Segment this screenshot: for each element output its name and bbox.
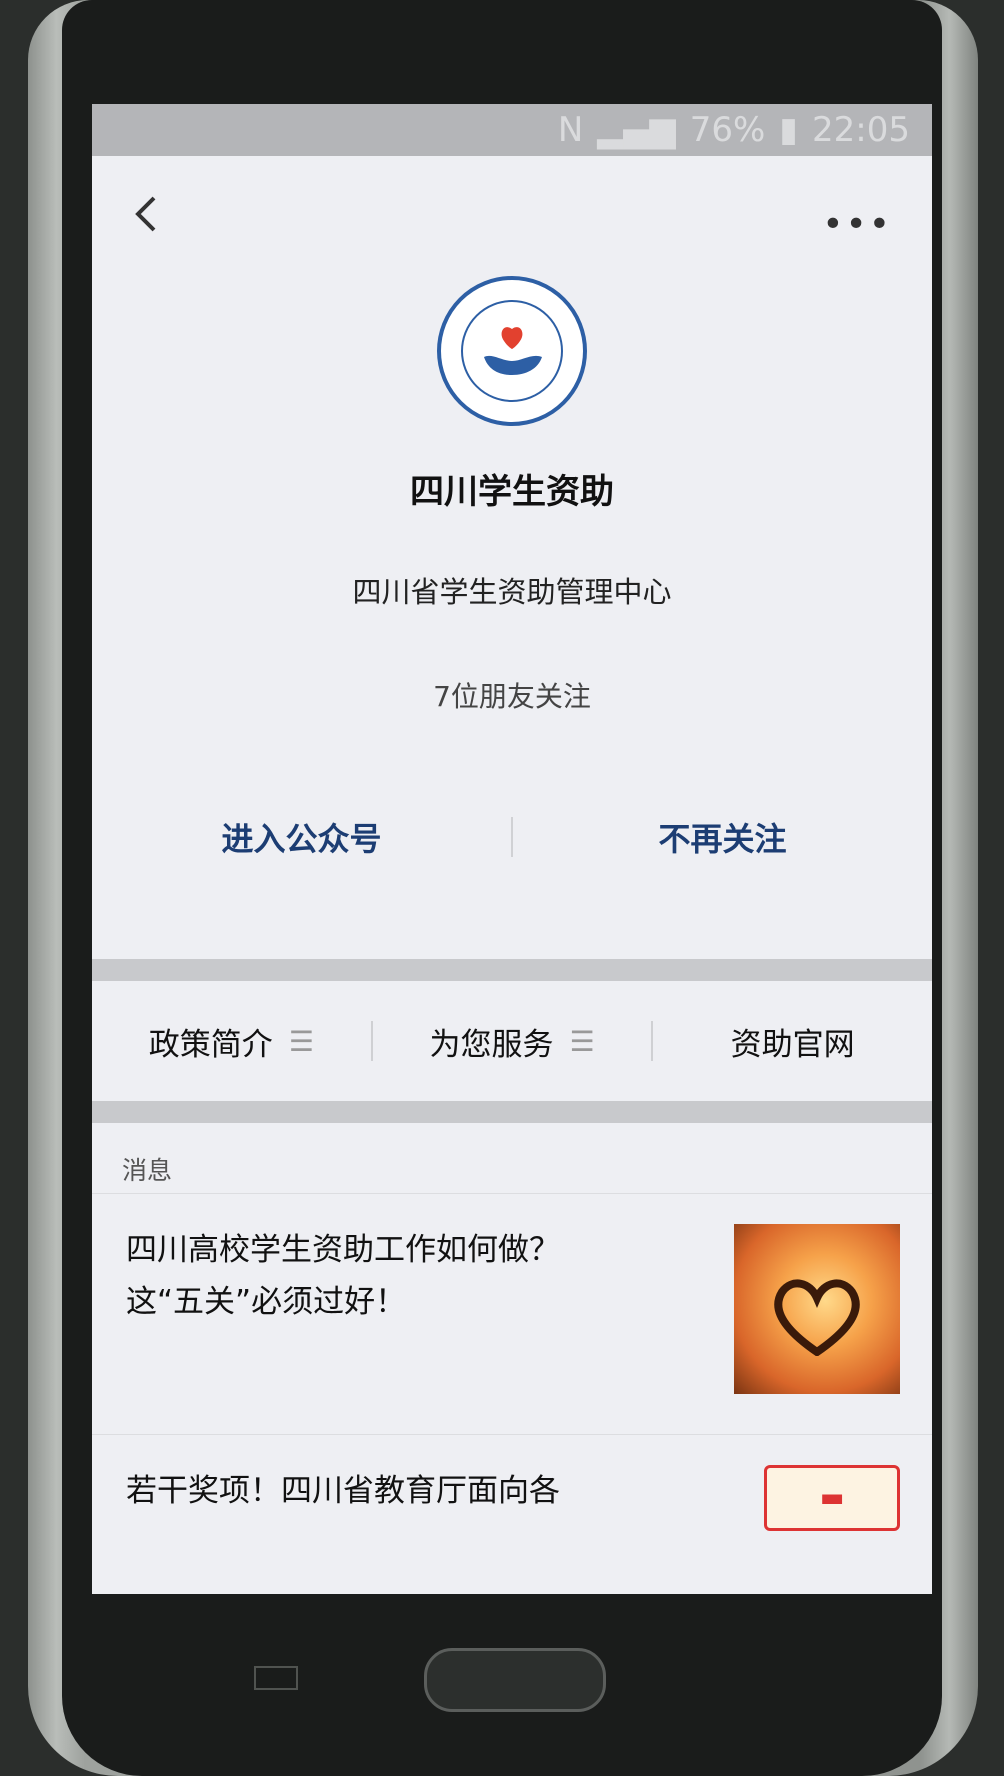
message-item[interactable]: 四川高校学生资助工作如何做？ 这“五关”必须过好！	[92, 1193, 932, 1434]
action-row: 进入公众号 不再关注	[92, 799, 932, 875]
menu-item-website[interactable]: 资助官网	[653, 1019, 932, 1064]
menu-item-label: 政策简介	[148, 1026, 273, 1063]
custom-menu: 政策简介 ☰ 为您服务 ☰ 资助官网	[92, 981, 932, 1101]
message-thumbnail	[734, 1224, 900, 1394]
account-name: 四川学生资助	[410, 472, 614, 512]
unfollow-button[interactable]: 不再关注	[513, 814, 932, 860]
message-title: 四川高校学生资助工作如何做？ 这“五关”必须过好！	[126, 1232, 560, 1320]
battery-icon: ▮	[779, 110, 799, 150]
status-bar: N ▂▄▆ 76% ▮ 22:05	[92, 104, 932, 156]
list-icon: ☰	[288, 1024, 314, 1058]
message-item[interactable]: 若干奖项！四川省教育厅面向各 ▬	[92, 1434, 932, 1531]
back-key[interactable]	[730, 1666, 770, 1686]
messages-header: 消息	[122, 1156, 173, 1185]
network-indicator: N	[557, 110, 584, 150]
hand-flower-icon	[461, 300, 563, 402]
home-button[interactable]	[424, 1648, 606, 1712]
top-nav-bar: •••	[92, 156, 932, 276]
recent-apps-key[interactable]	[254, 1666, 298, 1690]
clock: 22:05	[812, 110, 910, 150]
section-separator	[92, 1101, 932, 1123]
heart-hands-icon	[774, 1279, 860, 1356]
more-options-icon[interactable]: •••	[822, 204, 892, 245]
menu-item-policy[interactable]: 政策简介 ☰	[92, 1019, 371, 1064]
menu-item-label: 为您服务	[429, 1026, 554, 1063]
friends-following-count[interactable]: 7位朋友关注	[92, 675, 932, 715]
screen: N ▂▄▆ 76% ▮ 22:05 ••• 四川学生资助 四川省学生资助管理中心…	[92, 104, 932, 1594]
battery-percent: 76%	[689, 110, 766, 150]
list-icon: ☰	[569, 1024, 595, 1058]
menu-item-label: 资助官网	[730, 1026, 855, 1063]
signal-icon: ▂▄▆	[597, 110, 676, 150]
profile-section: 四川学生资助 四川省学生资助管理中心 7位朋友关注	[92, 276, 932, 715]
message-thumbnail: ▬	[764, 1465, 900, 1531]
organization-name: 四川省学生资助管理中心	[352, 575, 672, 609]
message-title: 若干奖项！四川省教育厅面向各	[126, 1473, 560, 1509]
account-logo	[437, 276, 587, 426]
menu-item-services[interactable]: 为您服务 ☰	[373, 1019, 652, 1064]
back-arrow-icon[interactable]	[126, 192, 170, 236]
section-separator	[92, 959, 932, 981]
enter-account-button[interactable]: 进入公众号	[92, 814, 511, 860]
